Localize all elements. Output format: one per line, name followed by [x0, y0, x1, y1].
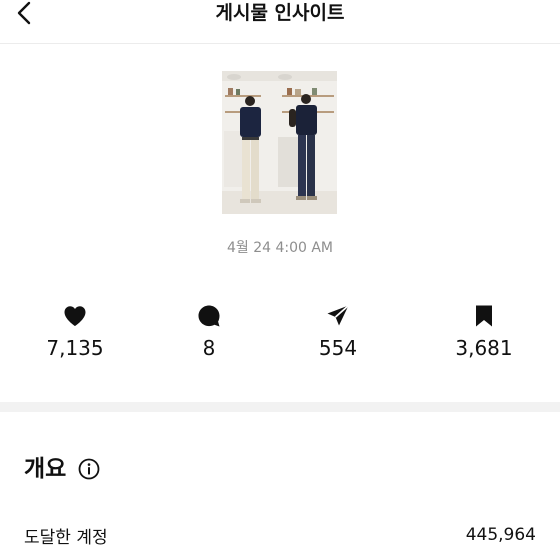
- section-divider: [0, 402, 560, 412]
- likes-count: 7,135: [46, 336, 104, 360]
- share-icon: [327, 304, 350, 326]
- saves-stat: 3,681: [429, 303, 539, 358]
- heart-icon: [64, 306, 86, 326]
- likes-stat: 7,135: [20, 303, 130, 358]
- engagement-stats: 7,135 8 554 3,681: [0, 303, 560, 363]
- reached-accounts-row[interactable]: 도달한 계정 445,964: [24, 522, 536, 548]
- metric-value: 445,964: [465, 525, 536, 545]
- shares-stat: 554: [283, 303, 393, 358]
- shares-count: 554: [318, 336, 358, 360]
- overview-title: 개요: [24, 456, 67, 482]
- bookmark-icon: [476, 305, 492, 327]
- comment-icon: [198, 305, 220, 327]
- overview-header: 개요: [24, 454, 100, 484]
- metric-label: 도달한 계정: [24, 527, 108, 548]
- info-button[interactable]: [78, 458, 100, 480]
- comments-stat: 8: [154, 303, 264, 358]
- top-bar: 게시물 인사이트: [0, 0, 560, 44]
- saves-count: 3,681: [455, 336, 513, 360]
- post-thumbnail[interactable]: [222, 71, 337, 214]
- comments-count: 8: [202, 336, 216, 360]
- page-title: 게시물 인사이트: [215, 2, 345, 24]
- post-timestamp: 4월 24 4:00 AM: [226, 240, 334, 256]
- info-icon: [78, 458, 100, 480]
